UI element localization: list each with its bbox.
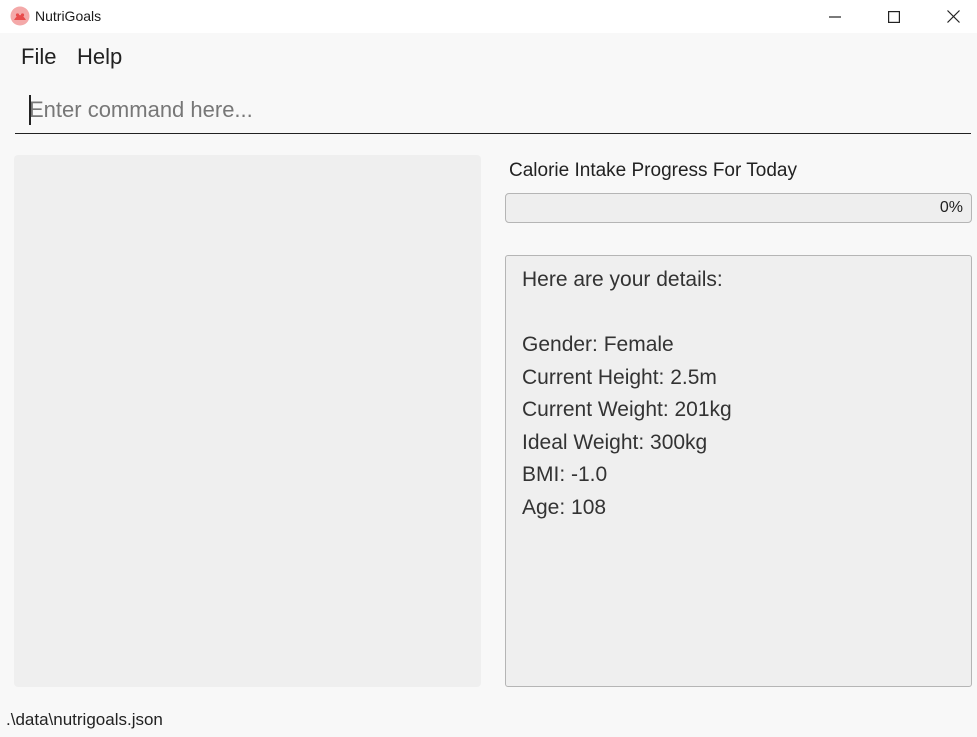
progress-percentage: 0% — [939, 199, 963, 216]
details-bmi: BMI: -1.0 — [522, 463, 608, 486]
details-ideal-weight: Ideal Weight: 300kg — [522, 431, 708, 454]
save-file-path: .\data\nutrigoals.json — [6, 710, 163, 729]
menu-file[interactable]: File — [21, 44, 56, 70]
maximize-button[interactable] — [865, 0, 923, 33]
text-cursor — [29, 95, 31, 125]
close-icon — [946, 10, 960, 23]
menu-help[interactable]: Help — [77, 44, 122, 70]
minimize-button[interactable] — [806, 0, 864, 33]
food-list-panel[interactable] — [14, 155, 481, 687]
details-header: Here are your details: — [522, 268, 723, 291]
title-bar: NutriGoals — [0, 0, 977, 33]
menu-bar: File Help — [0, 33, 977, 79]
command-box — [15, 87, 971, 134]
user-details-panel[interactable]: Here are your details: Gender: Female Cu… — [505, 255, 972, 687]
details-gender: Gender: Female — [522, 333, 674, 356]
details-age: Age: 108 — [522, 496, 607, 519]
progress-title: Calorie Intake Progress For Today — [509, 160, 797, 181]
minimize-icon — [829, 15, 841, 18]
status-bar: .\data\nutrigoals.json — [0, 700, 977, 737]
window-title: NutriGoals — [35, 8, 102, 24]
details-weight: Current Weight: 201kg — [522, 398, 732, 421]
close-button[interactable] — [924, 0, 977, 33]
calorie-progress-bar: 0% — [505, 193, 972, 223]
app-logo-icon — [10, 6, 30, 26]
command-input[interactable] — [29, 95, 949, 125]
maximize-icon — [888, 10, 900, 23]
details-height: Current Height: 2.5m — [522, 366, 717, 389]
